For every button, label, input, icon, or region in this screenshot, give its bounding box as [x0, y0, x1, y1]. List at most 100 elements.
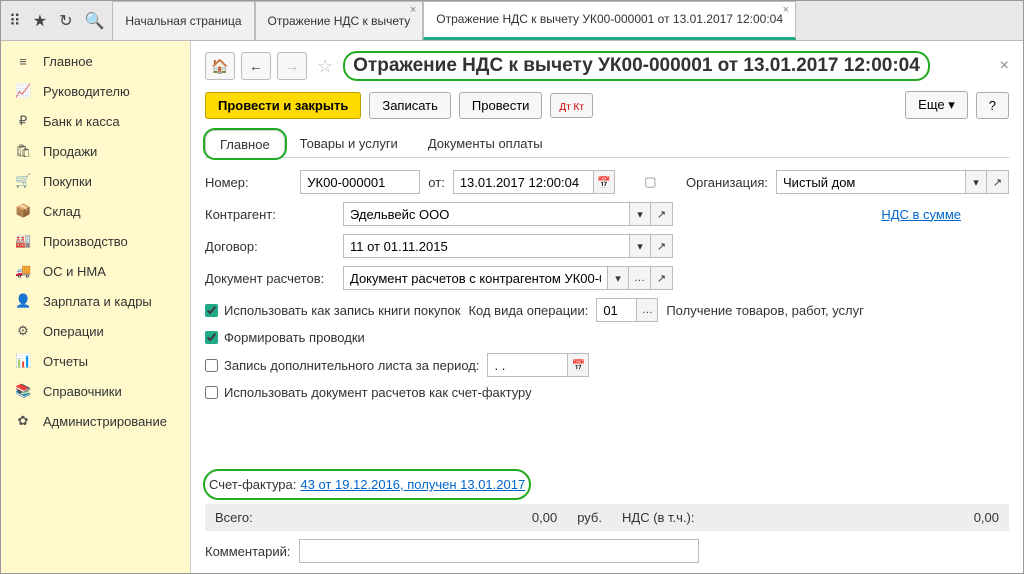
sidebar-item-assets[interactable]: 🚚ОС и НМА — [1, 256, 190, 286]
sidebar-item-label: Руководителю — [43, 84, 130, 99]
open-icon[interactable]: ↗ — [987, 170, 1009, 194]
invoice-link[interactable]: 43 от 19.12.2016, получен 13.01.2017 — [300, 477, 525, 492]
sidebar-item-label: Справочники — [43, 384, 122, 399]
vat-value: 0,00 — [974, 510, 999, 525]
subtab-goods[interactable]: Товары и услуги — [285, 129, 413, 157]
sidebar-item-bank[interactable]: ₽ Банк и касса — [1, 106, 190, 136]
sidebar-item-label: Банк и касса — [43, 114, 120, 129]
sidebar-item-label: Главное — [43, 54, 93, 69]
ruble-icon: ₽ — [15, 113, 31, 129]
dtkt-button[interactable]: Дт Кт — [550, 93, 593, 118]
sidebar-item-purchases[interactable]: 🛒 Покупки — [1, 166, 190, 196]
cart-icon: 🛒 — [15, 173, 31, 189]
history-icon[interactable]: ↻ — [59, 11, 72, 31]
box-icon: 📦 — [15, 203, 31, 219]
sidebar-item-label: Операции — [43, 324, 104, 339]
opcode-label: Код вида операции: — [468, 303, 588, 318]
sidebar-item-production[interactable]: 🏭Производство — [1, 226, 190, 256]
number-input[interactable] — [300, 170, 420, 194]
sidebar-item-operations[interactable]: ⚙ Операции — [1, 316, 190, 346]
opcode-input[interactable] — [596, 298, 636, 322]
sidebar-item-sales[interactable]: 🛍Продажи — [1, 136, 190, 166]
menu-icon: ≡ — [15, 54, 31, 69]
more-button[interactable]: Еще ▾ — [905, 91, 968, 119]
org-label: Организация: — [686, 175, 768, 190]
calendar-icon[interactable]: 📅 — [567, 353, 589, 377]
close-page-button[interactable]: × — [1000, 57, 1009, 75]
tab-vat-doc[interactable]: Отражение НДС к вычету УК00-000001 от 13… — [423, 1, 796, 40]
total-label: Всего: — [215, 510, 253, 525]
forward-button[interactable]: → — [277, 52, 307, 80]
entries-checkbox[interactable]: Формировать проводки — [205, 330, 365, 345]
sidebar-item-label: Администрирование — [43, 414, 167, 429]
vat-mode-link[interactable]: НДС в сумме — [881, 207, 961, 222]
dropdown-icon[interactable]: ▾ — [629, 202, 651, 226]
addsheet-date-input[interactable] — [487, 353, 567, 377]
save-button[interactable]: Записать — [369, 92, 451, 119]
sidebar-item-manager[interactable]: 📈Руководителю — [1, 76, 190, 106]
dropdown-icon[interactable]: ▾ — [607, 266, 629, 290]
admin-icon: ✿ — [15, 413, 31, 429]
org-input[interactable] — [776, 170, 965, 194]
total-value: 0,00 — [532, 510, 557, 525]
contract-input[interactable] — [343, 234, 629, 258]
sidebar-item-salary[interactable]: 👤Зарплата и кадры — [1, 286, 190, 316]
truck-icon: 🚚 — [15, 263, 31, 279]
tab-home[interactable]: Начальная страница — [112, 1, 254, 40]
number-label: Номер: — [205, 175, 292, 190]
search-icon[interactable]: 🔍 — [84, 11, 104, 31]
date-label: от: — [428, 175, 445, 190]
comment-input[interactable] — [299, 539, 699, 563]
tab-vat-list[interactable]: Отражение НДС к вычету× — [255, 1, 424, 40]
home-button[interactable]: 🏠 — [205, 52, 235, 80]
ellipsis-icon[interactable]: … — [629, 266, 651, 290]
close-icon[interactable]: × — [410, 4, 416, 16]
back-button[interactable]: ← — [241, 52, 271, 80]
person-icon: 👤 — [15, 293, 31, 309]
useinvoice-checkbox[interactable]: Использовать документ расчетов как счет-… — [205, 385, 532, 400]
sidebar-item-label: Отчеты — [43, 354, 88, 369]
currency: руб. — [577, 510, 602, 525]
dropdown-icon[interactable]: ▾ — [629, 234, 651, 258]
settlement-input[interactable] — [343, 266, 607, 290]
invoice-label: Счет-фактура: — [209, 477, 296, 492]
help-button[interactable]: ? — [976, 92, 1009, 119]
sidebar-item-reports[interactable]: 📊Отчеты — [1, 346, 190, 376]
settlement-label: Документ расчетов: — [205, 271, 335, 286]
subtab-payments[interactable]: Документы оплаты — [413, 129, 558, 157]
close-icon[interactable]: × — [783, 4, 789, 16]
vat-label: НДС (в т.ч.): — [622, 510, 695, 525]
totals-bar: Всего: 0,00 руб. НДС (в т.ч.): 0,00 — [205, 504, 1009, 531]
tabs: Начальная страница Отражение НДС к вычет… — [112, 1, 1023, 40]
addsheet-checkbox[interactable]: Запись дополнительного листа за период: — [205, 358, 479, 373]
date-input[interactable] — [453, 170, 593, 194]
counterparty-input[interactable] — [343, 202, 629, 226]
calendar-icon[interactable]: 📅 — [593, 170, 615, 194]
dropdown-icon[interactable]: ▾ — [965, 170, 987, 194]
sidebar-item-main[interactable]: ≡ Главное — [1, 47, 190, 76]
purchase-book-checkbox[interactable]: Использовать как запись книги покупок — [205, 303, 460, 318]
sidebar-item-catalogs[interactable]: 📚 Справочники — [1, 376, 190, 406]
sidebar-item-label: Покупки — [43, 174, 92, 189]
apps-icon[interactable]: ⠿ — [9, 11, 21, 31]
gear-icon: ⚙ — [15, 323, 31, 339]
sidebar-item-warehouse[interactable]: 📦 Склад — [1, 196, 190, 226]
posted-icon: ▢ — [644, 174, 656, 190]
counterparty-label: Контрагент: — [205, 207, 335, 222]
star-icon[interactable]: ☆ — [317, 56, 333, 77]
books-icon: 📚 — [15, 383, 31, 399]
opcode-desc: Получение товаров, работ, услуг — [666, 303, 864, 318]
factory-icon: 🏭 — [15, 233, 31, 249]
favorite-icon[interactable]: ★ — [33, 11, 47, 31]
open-icon[interactable]: ↗ — [651, 234, 673, 258]
topbar: ⠿ ★ ↻ 🔍 Начальная страница Отражение НДС… — [1, 1, 1023, 41]
sidebar-item-label: Склад — [43, 204, 81, 219]
post-close-button[interactable]: Провести и закрыть — [205, 92, 361, 119]
sidebar: ≡ Главное 📈Руководителю ₽ Банк и касса 🛍Пр… — [1, 41, 191, 573]
sidebar-item-admin[interactable]: ✿ Администрирование — [1, 406, 190, 436]
subtab-main[interactable]: Главное — [205, 130, 285, 158]
open-icon[interactable]: ↗ — [651, 202, 673, 226]
open-icon[interactable]: ↗ — [651, 266, 673, 290]
ellipsis-icon[interactable]: … — [636, 298, 658, 322]
post-button[interactable]: Провести — [459, 92, 543, 119]
